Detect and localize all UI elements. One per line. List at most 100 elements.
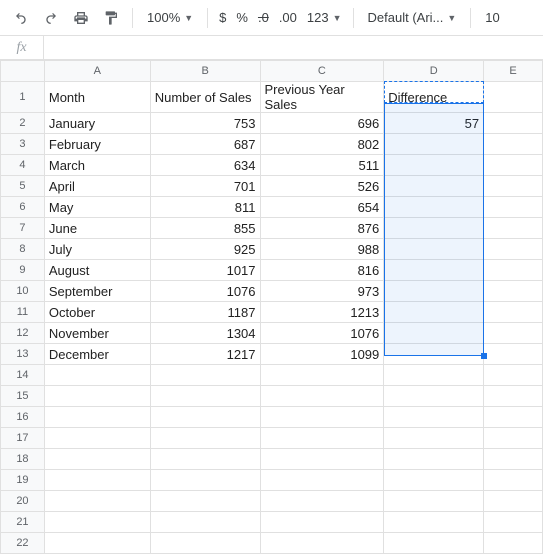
cell-D3[interactable] bbox=[384, 134, 484, 155]
cell-D8[interactable] bbox=[384, 239, 484, 260]
cell-D16[interactable] bbox=[384, 407, 484, 428]
cell-D14[interactable] bbox=[384, 365, 484, 386]
cell-E7[interactable] bbox=[484, 218, 543, 239]
cell-B8[interactable]: 925 bbox=[150, 239, 260, 260]
cell-C14[interactable] bbox=[260, 365, 384, 386]
row-header-13[interactable]: 13 bbox=[1, 344, 45, 365]
cell-B22[interactable] bbox=[150, 533, 260, 554]
cell-E5[interactable] bbox=[484, 176, 543, 197]
cell-A4[interactable]: March bbox=[44, 155, 150, 176]
cell-D1[interactable]: Difference bbox=[384, 82, 484, 113]
cell-A22[interactable] bbox=[44, 533, 150, 554]
col-header-C[interactable]: C bbox=[260, 61, 384, 82]
cell-B6[interactable]: 811 bbox=[150, 197, 260, 218]
zoom-dropdown[interactable]: 100%▼ bbox=[141, 5, 199, 31]
cell-B14[interactable] bbox=[150, 365, 260, 386]
row-header-4[interactable]: 4 bbox=[1, 155, 45, 176]
paint-format-button[interactable] bbox=[98, 5, 124, 31]
cell-D4[interactable] bbox=[384, 155, 484, 176]
cell-B19[interactable] bbox=[150, 470, 260, 491]
row-header-2[interactable]: 2 bbox=[1, 113, 45, 134]
cell-E21[interactable] bbox=[484, 512, 543, 533]
cell-C13[interactable]: 1099 bbox=[260, 344, 384, 365]
cell-D9[interactable] bbox=[384, 260, 484, 281]
cell-A7[interactable]: June bbox=[44, 218, 150, 239]
row-header-8[interactable]: 8 bbox=[1, 239, 45, 260]
decrease-decimal-button[interactable]: .0 bbox=[255, 5, 272, 31]
print-button[interactable] bbox=[68, 5, 94, 31]
cell-E16[interactable] bbox=[484, 407, 543, 428]
cell-C20[interactable] bbox=[260, 491, 384, 512]
col-header-A[interactable]: A bbox=[44, 61, 150, 82]
cell-B10[interactable]: 1076 bbox=[150, 281, 260, 302]
currency-button[interactable]: $ bbox=[216, 5, 229, 31]
cell-A15[interactable] bbox=[44, 386, 150, 407]
row-header-11[interactable]: 11 bbox=[1, 302, 45, 323]
cell-A8[interactable]: July bbox=[44, 239, 150, 260]
cell-B7[interactable]: 855 bbox=[150, 218, 260, 239]
cell-B18[interactable] bbox=[150, 449, 260, 470]
cell-A13[interactable]: December bbox=[44, 344, 150, 365]
undo-button[interactable] bbox=[8, 5, 34, 31]
cell-D2[interactable]: 57 bbox=[384, 113, 484, 134]
cell-D15[interactable] bbox=[384, 386, 484, 407]
col-header-E[interactable]: E bbox=[484, 61, 543, 82]
cell-E1[interactable] bbox=[484, 82, 543, 113]
cell-E12[interactable] bbox=[484, 323, 543, 344]
cell-C11[interactable]: 1213 bbox=[260, 302, 384, 323]
cell-A19[interactable] bbox=[44, 470, 150, 491]
cell-A18[interactable] bbox=[44, 449, 150, 470]
row-header-16[interactable]: 16 bbox=[1, 407, 45, 428]
row-header-17[interactable]: 17 bbox=[1, 428, 45, 449]
formula-input[interactable] bbox=[44, 36, 543, 59]
cell-A1[interactable]: Month bbox=[44, 82, 150, 113]
font-dropdown[interactable]: Default (Ari...▼ bbox=[362, 5, 463, 31]
row-header-9[interactable]: 9 bbox=[1, 260, 45, 281]
cell-B5[interactable]: 701 bbox=[150, 176, 260, 197]
cell-A16[interactable] bbox=[44, 407, 150, 428]
cell-C12[interactable]: 1076 bbox=[260, 323, 384, 344]
row-header-22[interactable]: 22 bbox=[1, 533, 45, 554]
cell-E22[interactable] bbox=[484, 533, 543, 554]
cell-E4[interactable] bbox=[484, 155, 543, 176]
cell-E9[interactable] bbox=[484, 260, 543, 281]
cell-B15[interactable] bbox=[150, 386, 260, 407]
cell-D7[interactable] bbox=[384, 218, 484, 239]
cell-E14[interactable] bbox=[484, 365, 543, 386]
row-header-5[interactable]: 5 bbox=[1, 176, 45, 197]
cell-B9[interactable]: 1017 bbox=[150, 260, 260, 281]
cell-B17[interactable] bbox=[150, 428, 260, 449]
percent-button[interactable]: % bbox=[233, 5, 251, 31]
cell-C22[interactable] bbox=[260, 533, 384, 554]
cell-B13[interactable]: 1217 bbox=[150, 344, 260, 365]
cell-E20[interactable] bbox=[484, 491, 543, 512]
cell-B4[interactable]: 634 bbox=[150, 155, 260, 176]
cell-C10[interactable]: 973 bbox=[260, 281, 384, 302]
cell-A20[interactable] bbox=[44, 491, 150, 512]
cell-D22[interactable] bbox=[384, 533, 484, 554]
cell-E13[interactable] bbox=[484, 344, 543, 365]
cell-C18[interactable] bbox=[260, 449, 384, 470]
cell-B11[interactable]: 1187 bbox=[150, 302, 260, 323]
cell-A10[interactable]: September bbox=[44, 281, 150, 302]
cell-D17[interactable] bbox=[384, 428, 484, 449]
cell-D5[interactable] bbox=[384, 176, 484, 197]
cell-E2[interactable] bbox=[484, 113, 543, 134]
cell-D10[interactable] bbox=[384, 281, 484, 302]
cell-A2[interactable]: January bbox=[44, 113, 150, 134]
cell-B3[interactable]: 687 bbox=[150, 134, 260, 155]
corner-cell[interactable] bbox=[1, 61, 45, 82]
cell-B12[interactable]: 1304 bbox=[150, 323, 260, 344]
cell-E11[interactable] bbox=[484, 302, 543, 323]
row-header-15[interactable]: 15 bbox=[1, 386, 45, 407]
row-header-10[interactable]: 10 bbox=[1, 281, 45, 302]
cell-C5[interactable]: 526 bbox=[260, 176, 384, 197]
cell-A5[interactable]: April bbox=[44, 176, 150, 197]
cell-C6[interactable]: 654 bbox=[260, 197, 384, 218]
spreadsheet-grid[interactable]: ABCDE1MonthNumber of SalesPrevious Year … bbox=[0, 60, 543, 554]
cell-D6[interactable] bbox=[384, 197, 484, 218]
cell-C1[interactable]: Previous Year Sales bbox=[260, 82, 384, 113]
cell-E3[interactable] bbox=[484, 134, 543, 155]
cell-B1[interactable]: Number of Sales bbox=[150, 82, 260, 113]
cell-D21[interactable] bbox=[384, 512, 484, 533]
